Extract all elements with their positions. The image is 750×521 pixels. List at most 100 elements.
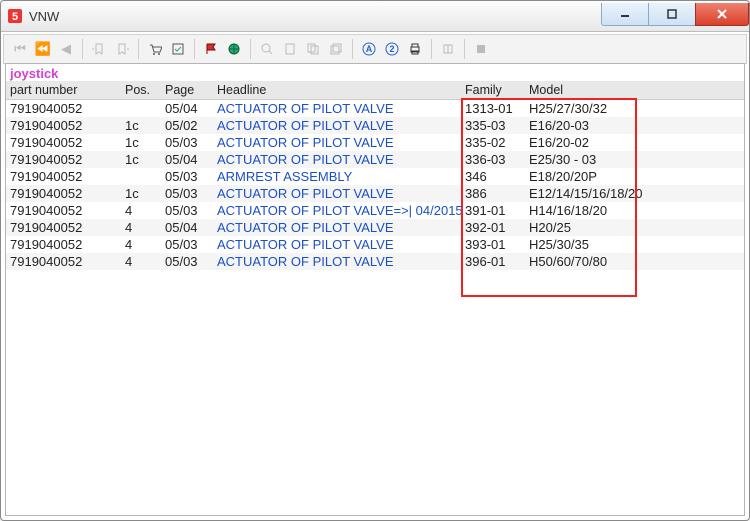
table-row[interactable]: 7919040052 05/03 ARMREST ASSEMBLY 346E18/20…	[6, 168, 744, 185]
headline-link[interactable]: ACTUATOR OF PILOT VALVE	[217, 254, 394, 269]
cell-model: E25/30 - 03	[525, 151, 744, 168]
table-row[interactable]: 7919040052405/03ACTUATOR OF PILOT VALVE3…	[6, 236, 744, 253]
restore-icon[interactable]	[326, 39, 346, 59]
bookmark-next-icon[interactable]	[112, 39, 132, 59]
cell-model: E18/20/20P	[525, 168, 744, 185]
cell-pos: 1c	[121, 185, 161, 202]
table-row[interactable]: 7919040052405/04ACTUATOR OF PILOT VALVE3…	[6, 219, 744, 236]
stop-icon[interactable]	[471, 39, 491, 59]
cell-page: 05/03	[161, 134, 213, 151]
cell-part-number: 7919040052	[6, 236, 121, 253]
cell-pos: 1c	[121, 151, 161, 168]
cell-headline: ACTUATOR OF PILOT VALVE	[213, 117, 461, 134]
cell-pos: 1c	[121, 134, 161, 151]
table-row[interactable]: 79190400521c05/03ACTUATOR OF PILOT VALVE…	[6, 134, 744, 151]
a1-icon[interactable]: A	[359, 39, 379, 59]
separator	[250, 39, 251, 59]
close-button[interactable]	[695, 3, 749, 26]
cell-family: 386	[461, 185, 525, 202]
svg-text:5: 5	[12, 11, 18, 23]
headline-link[interactable]: ACTUATOR OF PILOT VALVE=>| 04/2015	[217, 203, 461, 218]
separator	[138, 39, 139, 59]
cell-model: H50/60/70/80	[525, 253, 744, 270]
separator	[82, 39, 83, 59]
col-page[interactable]: Page	[161, 81, 213, 100]
separator	[352, 39, 353, 59]
content-area: joystick part number Pos. Page Headline …	[5, 63, 745, 516]
cell-family: 335-03	[461, 117, 525, 134]
col-headline[interactable]: Headline	[213, 81, 461, 100]
cart-icon[interactable]	[145, 39, 165, 59]
cell-family: 346	[461, 168, 525, 185]
headline-link[interactable]: ACTUATOR OF PILOT VALVE	[217, 237, 394, 252]
cell-headline: ARMREST ASSEMBLY	[213, 168, 461, 185]
cell-family: 391-01	[461, 202, 525, 219]
cell-part-number: 7919040052	[6, 219, 121, 236]
headline-link[interactable]: ACTUATOR OF PILOT VALVE	[217, 186, 394, 201]
book-icon[interactable]	[438, 39, 458, 59]
table-row[interactable]: 79190400521c05/03ACTUATOR OF PILOT VALVE…	[6, 185, 744, 202]
headline-link[interactable]: ACTUATOR OF PILOT VALVE	[217, 135, 394, 150]
table-row[interactable]: 791904005205/04ACTUATOR OF PILOT VALVE13…	[6, 100, 744, 118]
globe-icon[interactable]	[224, 39, 244, 59]
cell-model: H20/25	[525, 219, 744, 236]
headline-link[interactable]: ACTUATOR OF PILOT VALVE	[217, 152, 394, 167]
cell-part-number: 7919040052	[6, 168, 121, 185]
nav-first-icon[interactable]: ⏮	[10, 39, 30, 59]
table-row[interactable]: 79190400521c05/04 ACTUATOR OF PILOT VALVE…	[6, 151, 744, 168]
headline-link[interactable]: ACTUATOR OF PILOT VALVE	[217, 220, 394, 235]
cell-pos: 4	[121, 236, 161, 253]
minimize-button[interactable]	[601, 3, 649, 26]
nav-rewind-icon[interactable]: ⏪	[33, 39, 53, 59]
table-row[interactable]: 7919040052405/03ACTUATOR OF PILOT VALVE=…	[6, 202, 744, 219]
cell-page: 05/04	[161, 219, 213, 236]
cell-family: 336-03	[461, 151, 525, 168]
cell-headline: ACTUATOR OF PILOT VALVE	[213, 100, 461, 118]
table-row[interactable]: 79190400521c05/02ACTUATOR OF PILOT VALVE…	[6, 117, 744, 134]
cell-pos	[121, 168, 161, 185]
col-family[interactable]: Family	[461, 81, 525, 100]
cell-page: 05/04	[161, 100, 213, 118]
cell-pos: 1c	[121, 117, 161, 134]
col-part-number[interactable]: part number	[6, 81, 121, 100]
maximize-button[interactable]	[648, 3, 696, 26]
cell-family: 1313-01	[461, 100, 525, 118]
app-window: 5 VNW ⏮ ⏪ ◀	[0, 0, 750, 521]
headline-link[interactable]: ACTUATOR OF PILOT VALVE	[217, 118, 394, 133]
cell-model: H25/30/35	[525, 236, 744, 253]
cell-family: 335-02	[461, 134, 525, 151]
col-pos[interactable]: Pos.	[121, 81, 161, 100]
col-model[interactable]: Model	[525, 81, 744, 100]
cell-pos	[121, 100, 161, 118]
checklist-icon[interactable]	[168, 39, 188, 59]
window-controls	[602, 3, 749, 25]
cell-family: 392-01	[461, 219, 525, 236]
cell-part-number: 7919040052	[6, 202, 121, 219]
separator	[194, 39, 195, 59]
cell-model: E16/20-02	[525, 134, 744, 151]
print-icon[interactable]	[405, 39, 425, 59]
flag-icon[interactable]	[201, 39, 221, 59]
copy-icon[interactable]	[303, 39, 323, 59]
cell-model: E12/14/15/16/18/20	[525, 185, 744, 202]
cell-headline: ACTUATOR OF PILOT VALVE=>| 04/2015	[213, 202, 461, 219]
zoom-icon[interactable]	[257, 39, 277, 59]
search-term: joystick	[6, 64, 744, 81]
a2-icon[interactable]: 2	[382, 39, 402, 59]
cell-headline: ACTUATOR OF PILOT VALVE	[213, 219, 461, 236]
page-icon[interactable]	[280, 39, 300, 59]
headline-link[interactable]: ACTUATOR OF PILOT VALVE	[217, 101, 394, 116]
table-row[interactable]: 7919040052405/03ACTUATOR OF PILOT VALVE3…	[6, 253, 744, 270]
cell-model: E16/20-03	[525, 117, 744, 134]
cell-headline: ACTUATOR OF PILOT VALVE	[213, 151, 461, 168]
cell-pos: 4	[121, 253, 161, 270]
bookmark-prev-icon[interactable]	[89, 39, 109, 59]
cell-part-number: 7919040052	[6, 151, 121, 168]
cell-page: 05/03	[161, 168, 213, 185]
nav-prev-icon[interactable]: ◀	[56, 39, 76, 59]
headline-link[interactable]: ARMREST ASSEMBLY	[217, 169, 352, 184]
cell-page: 05/04	[161, 151, 213, 168]
cell-model: H25/27/30/32	[525, 100, 744, 118]
app-icon: 5	[7, 8, 23, 24]
cell-family: 393-01	[461, 236, 525, 253]
